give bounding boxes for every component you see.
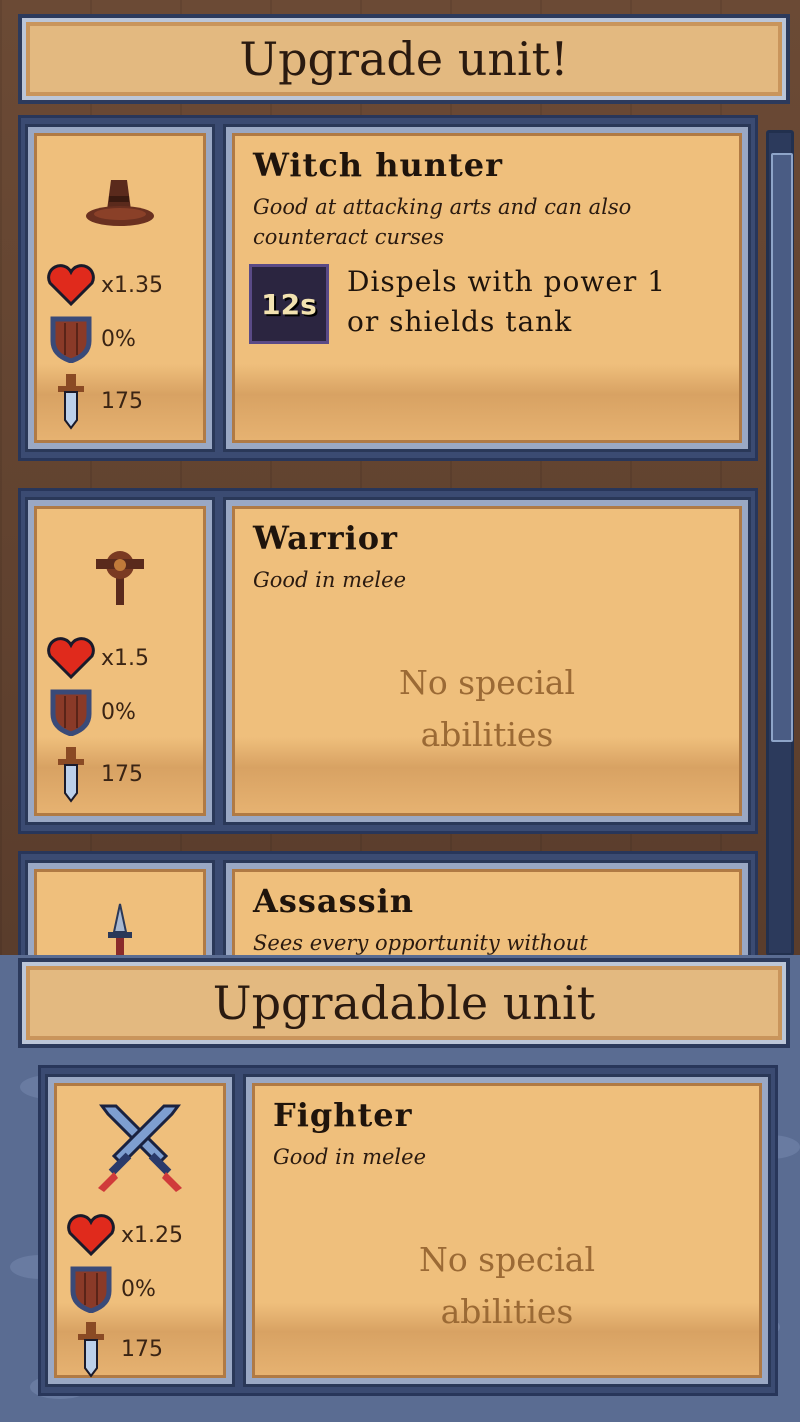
unit-info-panel: Witch hunter Good at attacking arts and … bbox=[223, 124, 751, 452]
health-stat: x1.35 bbox=[45, 262, 163, 308]
page-title: Upgrade unit! bbox=[18, 14, 790, 104]
health-stat: x1.25 bbox=[65, 1212, 183, 1258]
unit-name: Witch hunter bbox=[253, 146, 503, 184]
sword-icon bbox=[65, 1322, 117, 1378]
shield-icon bbox=[45, 316, 97, 363]
unit-stats-panel: x1.35 0% 175 bbox=[25, 124, 215, 452]
heart-icon bbox=[65, 1212, 117, 1258]
no-ability-text: No special abilities bbox=[398, 663, 576, 754]
ability-cooldown-icon: 12s bbox=[249, 264, 329, 344]
sword-icon bbox=[45, 374, 97, 430]
armor-stat: 0% bbox=[45, 316, 136, 363]
scrollbar-thumb[interactable] bbox=[771, 153, 793, 742]
unit-name: Assassin bbox=[253, 882, 415, 920]
upgrade-list[interactable]: x1.35 0% 175 Witch hunter Good at attack… bbox=[0, 105, 800, 955]
unit-stats-panel: x1.5 0% 175 bbox=[25, 497, 215, 825]
unit-description: Good in melee bbox=[273, 1145, 427, 1169]
sword-icon bbox=[45, 747, 97, 803]
unit-name: Warrior bbox=[253, 519, 398, 557]
unit-card-warrior[interactable]: x1.5 0% 175 Warrior Good in melee No spe… bbox=[18, 488, 758, 834]
unit-card-witch-hunter[interactable]: x1.35 0% 175 Witch hunter Good at attack… bbox=[18, 115, 758, 461]
section-title: Upgradable unit bbox=[18, 958, 790, 1048]
scrollbar[interactable] bbox=[766, 130, 794, 956]
health-stat: x1.5 bbox=[45, 635, 149, 681]
unit-description: Good at attacking arts and can also coun… bbox=[253, 195, 632, 249]
unit-card-assassin[interactable]: Assassin Sees every opportunity without bbox=[18, 851, 758, 955]
attack-stat: 175 bbox=[45, 747, 143, 803]
unit-stats-panel bbox=[25, 860, 215, 955]
attack-stat: 175 bbox=[45, 374, 143, 430]
ability: 12s Dispels with power 1 or shields tank bbox=[249, 264, 707, 344]
mace-icon bbox=[92, 545, 148, 613]
heart-icon bbox=[45, 262, 97, 308]
unit-stats-panel: x1.25 0% 175 bbox=[45, 1074, 235, 1387]
attack-stat: 175 bbox=[65, 1322, 163, 1378]
unit-description: Sees every opportunity without bbox=[253, 931, 588, 955]
armor-stat: 0% bbox=[45, 689, 136, 736]
unit-name: Fighter bbox=[273, 1096, 413, 1134]
no-ability-text: No special abilities bbox=[418, 1240, 596, 1331]
unit-info-panel: Warrior Good in melee No special abiliti… bbox=[223, 497, 751, 825]
armor-stat: 0% bbox=[65, 1266, 156, 1313]
current-unit-card: x1.25 0% 175 Fighter Good in melee No sp… bbox=[38, 1065, 778, 1396]
shield-icon bbox=[65, 1266, 117, 1313]
crossed-swords-icon bbox=[92, 1098, 188, 1198]
unit-description: Good in melee bbox=[253, 568, 407, 592]
unit-info-panel: Fighter Good in melee No special abiliti… bbox=[243, 1074, 771, 1387]
witch-hat-icon bbox=[83, 176, 157, 238]
dagger-icon bbox=[100, 902, 140, 955]
ability-text: Dispels with power 1 or shields tank bbox=[347, 265, 667, 338]
heart-icon bbox=[45, 635, 97, 681]
unit-info-panel: Assassin Sees every opportunity without bbox=[223, 860, 751, 955]
shield-icon bbox=[45, 689, 97, 736]
